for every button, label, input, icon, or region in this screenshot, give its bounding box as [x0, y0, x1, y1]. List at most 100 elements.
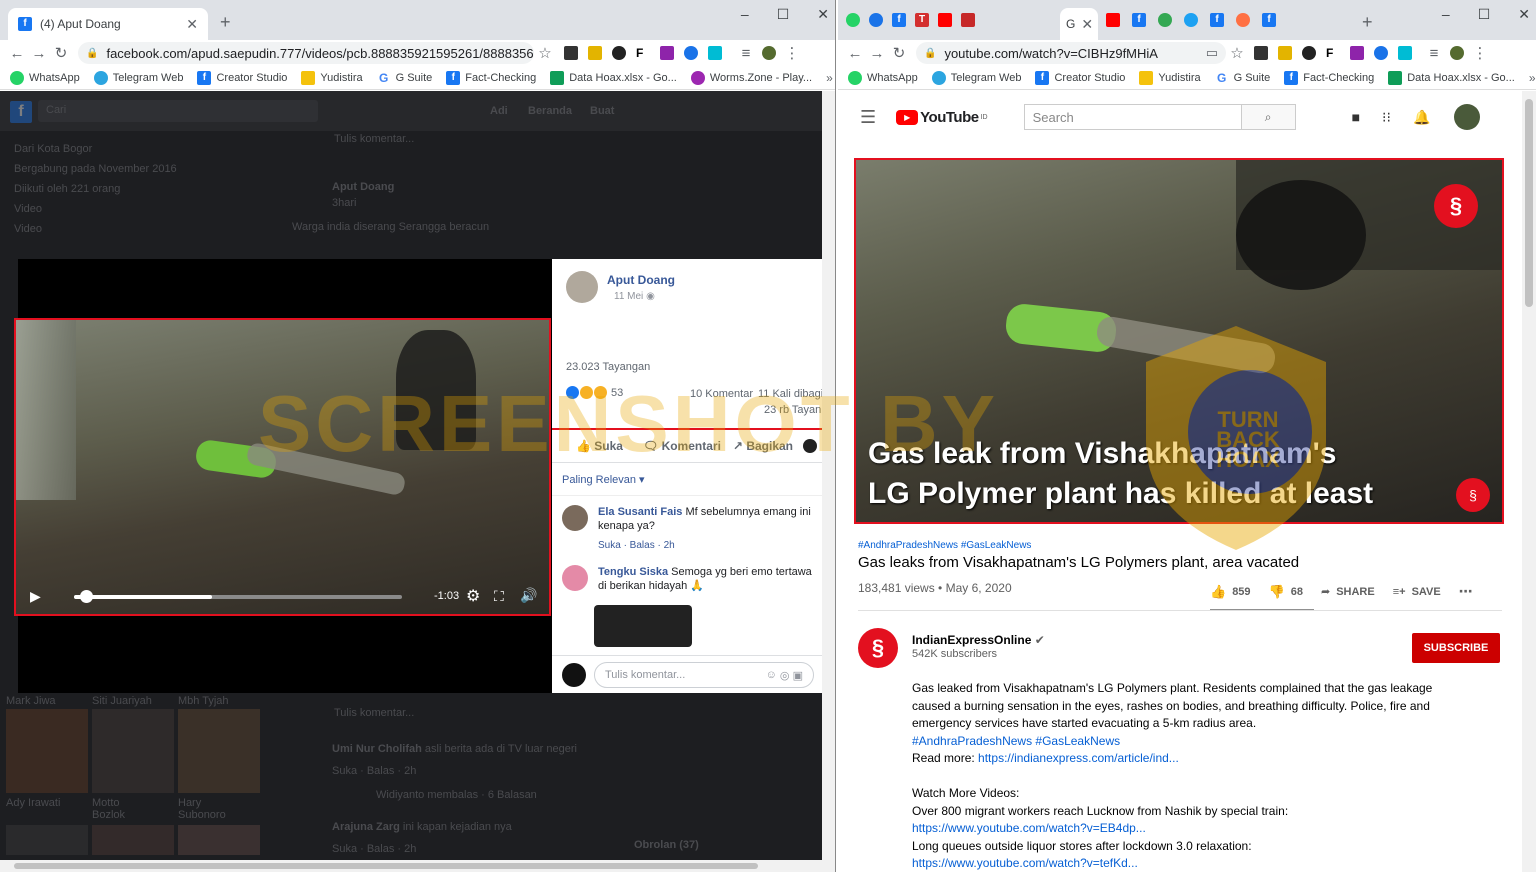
- like-button[interactable]: 👍 Suka: [576, 439, 623, 453]
- tab-generic[interactable]: [1236, 13, 1250, 27]
- new-tab-icon[interactable]: +: [1362, 12, 1373, 33]
- create-video-icon[interactable]: ■: [1352, 109, 1360, 125]
- extension-icon[interactable]: [1254, 46, 1268, 60]
- extension-icon[interactable]: [708, 46, 722, 60]
- friend-photo[interactable]: [92, 709, 174, 793]
- bookmark-data-hoax[interactable]: Data Hoax.xlsx - Go...: [550, 70, 677, 85]
- tab-facebook[interactable]: f: [1132, 13, 1146, 27]
- reload-icon[interactable]: ↻: [50, 44, 72, 62]
- video-link[interactable]: https://www.youtube.com/watch?v=tefKd...: [912, 855, 1472, 872]
- bookmark-creator-studio[interactable]: f Creator Studio: [197, 70, 287, 85]
- friend-photo[interactable]: [6, 709, 88, 793]
- vertical-scrollbar[interactable]: [822, 91, 835, 872]
- volume-icon[interactable]: 🔊: [520, 587, 537, 604]
- comment-count[interactable]: 10 Komentar: [690, 388, 753, 400]
- extension-icon[interactable]: [1302, 46, 1316, 60]
- gif-icon[interactable]: ▣: [793, 669, 803, 682]
- tab-facebook[interactable]: f (4) Aput Doang ✕: [8, 8, 208, 40]
- extension-icon[interactable]: [612, 46, 626, 60]
- extension-icon[interactable]: [1374, 46, 1388, 60]
- profile-avatar[interactable]: [762, 46, 776, 60]
- bookmark-star-icon[interactable]: ☆: [534, 44, 556, 62]
- comment-input[interactable]: Tulis komentar... ☺ ◎ ▣: [594, 661, 814, 688]
- fb-nav-create[interactable]: Buat: [590, 105, 614, 117]
- share-count[interactable]: 11 Kali dibagi: [758, 388, 823, 400]
- vertical-scrollbar[interactable]: [1522, 91, 1536, 872]
- maximize-icon[interactable]: ☐: [777, 6, 790, 23]
- tab-facebook[interactable]: f: [892, 13, 906, 27]
- bookmark-worms-zone[interactable]: Worms.Zone - Play...: [690, 70, 812, 85]
- bookmark-yudistira[interactable]: Yudistira: [301, 70, 363, 85]
- close-window-icon[interactable]: ✕: [817, 6, 829, 23]
- tab-facebook[interactable]: f: [1210, 13, 1224, 27]
- subscribe-button[interactable]: SUBSCRIBE: [1412, 633, 1500, 663]
- bookmark-telegram[interactable]: Telegram Web: [93, 70, 183, 85]
- youtube-logo[interactable]: ▶ YouTube ID: [896, 109, 988, 126]
- search-icon[interactable]: ⌕: [1241, 104, 1296, 130]
- chat-bar[interactable]: Obrolan (37): [634, 839, 699, 851]
- emoji-icon[interactable]: ☺: [766, 669, 777, 681]
- bookmark-yudistira[interactable]: Yudistira: [1139, 70, 1201, 85]
- avatar[interactable]: [562, 505, 588, 531]
- close-tab-icon[interactable]: ✕: [186, 16, 198, 33]
- extension-icon[interactable]: [684, 46, 698, 60]
- tab-generic[interactable]: T: [915, 13, 929, 27]
- fb-search-input[interactable]: Cari: [38, 100, 318, 122]
- minimize-icon[interactable]: –: [1442, 6, 1450, 23]
- search-input[interactable]: Search: [1023, 104, 1242, 130]
- tab-youtube[interactable]: [938, 13, 952, 27]
- bookmark-gsuite[interactable]: GG Suite: [1214, 70, 1270, 85]
- reload-icon[interactable]: ↻: [888, 44, 910, 62]
- tab-whatsapp[interactable]: [846, 13, 860, 27]
- avatar[interactable]: [803, 439, 817, 453]
- hashtags[interactable]: #AndhraPradeshNews #GasLeakNews: [858, 540, 1031, 551]
- bookmark-star-icon[interactable]: ☆: [1226, 44, 1248, 62]
- bookmark-whatsapp[interactable]: WhatsApp: [848, 70, 918, 85]
- menu-icon[interactable]: ⋮: [781, 44, 803, 62]
- tab-maps[interactable]: [1158, 13, 1172, 27]
- tab-generic[interactable]: [961, 13, 975, 27]
- more-bookmarks-icon[interactable]: »: [1529, 71, 1536, 85]
- address-bar[interactable]: 🔒 youtube.com/watch?v=CIBHz9fMHiA ▭: [916, 42, 1226, 64]
- gear-icon[interactable]: ⚙: [466, 586, 480, 606]
- friend-photo[interactable]: [178, 825, 260, 855]
- avatar[interactable]: [562, 565, 588, 591]
- forward-icon[interactable]: →: [866, 45, 888, 62]
- avatar[interactable]: [1454, 104, 1481, 130]
- profile-avatar[interactable]: [1450, 46, 1464, 60]
- scroll-thumb[interactable]: [14, 863, 758, 869]
- channel-name[interactable]: IndianExpressOnline ✔: [912, 633, 1045, 647]
- friend-photo[interactable]: [6, 825, 88, 855]
- channel-avatar[interactable]: §: [858, 628, 898, 668]
- tab-facebook[interactable]: f: [1262, 13, 1276, 27]
- share-button[interactable]: ➦ SHARE: [1321, 583, 1375, 600]
- bookmark-gsuite[interactable]: GG Suite: [376, 70, 432, 85]
- comment-button[interactable]: 🗨 Komentari: [643, 439, 721, 453]
- video-link[interactable]: https://www.youtube.com/watch?v=EB4dp...: [912, 820, 1472, 838]
- tab-youtube[interactable]: [1106, 13, 1120, 27]
- dislike-button[interactable]: 👎 68: [1269, 583, 1303, 600]
- tab-generic[interactable]: [869, 13, 883, 27]
- youtube-video-player[interactable]: § Gas leak from Vishakhapatnam's LG Poly…: [854, 158, 1504, 524]
- more-actions-icon[interactable]: ⋯: [1459, 583, 1473, 600]
- sort-dropdown[interactable]: Paling Relevan ▾: [562, 473, 645, 486]
- cast-icon[interactable]: ▭: [1206, 45, 1218, 61]
- extension-icon[interactable]: F: [636, 46, 650, 60]
- save-button[interactable]: ≡+ SAVE: [1393, 583, 1441, 600]
- tab-active[interactable]: G ✕: [1060, 8, 1098, 40]
- comment-actions[interactable]: Suka · Balas · 2h: [598, 539, 818, 553]
- friend-photo[interactable]: [178, 709, 260, 793]
- commenter-name[interactable]: Tengku Siska: [598, 566, 668, 578]
- close-window-icon[interactable]: ✕: [1518, 6, 1530, 23]
- bookmark-fact-checking[interactable]: f Fact-Checking: [1284, 70, 1374, 85]
- apps-grid-icon[interactable]: ⁝⁝: [1382, 109, 1391, 126]
- fb-nav-home[interactable]: Beranda: [528, 105, 572, 117]
- fullscreen-icon[interactable]: ⛶: [494, 588, 504, 605]
- avatar[interactable]: [566, 271, 598, 303]
- progress-handle[interactable]: [80, 590, 93, 603]
- bookmark-whatsapp[interactable]: WhatsApp: [10, 70, 80, 85]
- extension-icon[interactable]: [660, 46, 674, 60]
- close-tab-icon[interactable]: ✕: [1081, 16, 1093, 33]
- hamburger-menu-icon[interactable]: ☰: [860, 107, 876, 128]
- comment-image[interactable]: [594, 605, 692, 647]
